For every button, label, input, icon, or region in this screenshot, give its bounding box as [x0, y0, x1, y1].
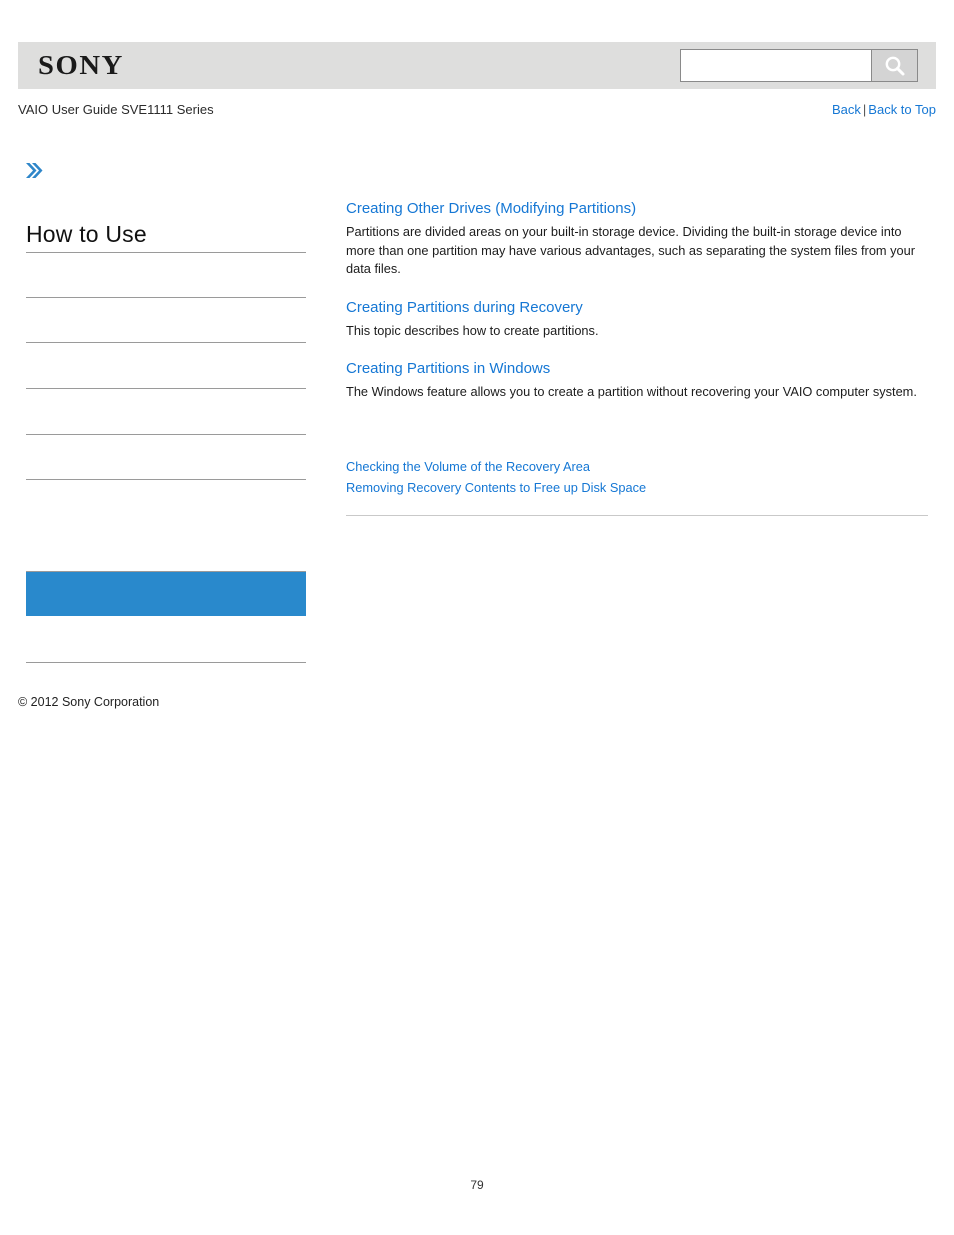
topic-link-3[interactable]: Creating Partitions in Windows: [346, 358, 928, 380]
related-link-2[interactable]: Removing Recovery Contents to Free up Di…: [346, 477, 928, 498]
back-link[interactable]: Back: [832, 102, 861, 117]
search-input[interactable]: [681, 50, 871, 81]
site-header: SONY: [18, 42, 936, 89]
sidebar-item-9[interactable]: [26, 616, 306, 662]
sidebar-heading: How to Use: [26, 221, 147, 247]
topic-block-1: Creating Other Drives (Modifying Partiti…: [346, 198, 928, 279]
sidebar-item-2[interactable]: [26, 297, 306, 342]
topic-description-2: This topic describes how to create parti…: [346, 322, 599, 338]
page-number: 79: [470, 1178, 484, 1192]
sidebar-item-3[interactable]: [26, 342, 306, 388]
sony-logo: SONY: [38, 50, 124, 80]
main-content: Creating Other Drives (Modifying Partiti…: [346, 198, 928, 516]
sidebar-item-10[interactable]: [26, 662, 306, 663]
related-link-1[interactable]: Checking the Volume of the Recovery Area: [346, 456, 928, 477]
back-to-top-link[interactable]: Back to Top: [868, 102, 936, 117]
topic-block-3: Creating Partitions in Windows The Windo…: [346, 358, 928, 402]
sidebar-item-5[interactable]: [26, 434, 306, 479]
sidebar-item-1[interactable]: [26, 252, 306, 297]
topic-link-1[interactable]: Creating Other Drives (Modifying Partiti…: [346, 198, 928, 220]
double-chevron-right-icon[interactable]: [23, 159, 45, 183]
topic-link-2[interactable]: Creating Partitions during Recovery: [346, 297, 928, 319]
topic-description-3: The Windows feature allows you to create…: [346, 384, 917, 399]
search-button[interactable]: [871, 50, 917, 81]
content-divider: [346, 514, 928, 516]
copyright-text: © 2012 Sony Corporation: [18, 695, 160, 709]
sidebar-item-4[interactable]: [26, 388, 306, 434]
sidebar-menu: [26, 252, 306, 663]
header-nav: Back | Back to Top: [832, 101, 936, 119]
sidebar-item-selected[interactable]: [26, 571, 306, 616]
sidebar-item-7[interactable]: [26, 525, 306, 571]
sub-header: VAIO User Guide SVE1111 Series Back | Back…: [18, 101, 936, 121]
related-links: Checking the Volume of the Recovery Area…: [346, 456, 928, 498]
sidebar-item-6[interactable]: [26, 479, 306, 525]
topic-description-1: Partitions are divided areas on your bui…: [346, 224, 916, 276]
search-icon: [882, 53, 908, 79]
topic-block-2: Creating Partitions during Recovery This…: [346, 297, 928, 341]
search-box[interactable]: [680, 49, 918, 82]
page-title: VAIO User Guide SVE1111 Series: [18, 102, 214, 117]
